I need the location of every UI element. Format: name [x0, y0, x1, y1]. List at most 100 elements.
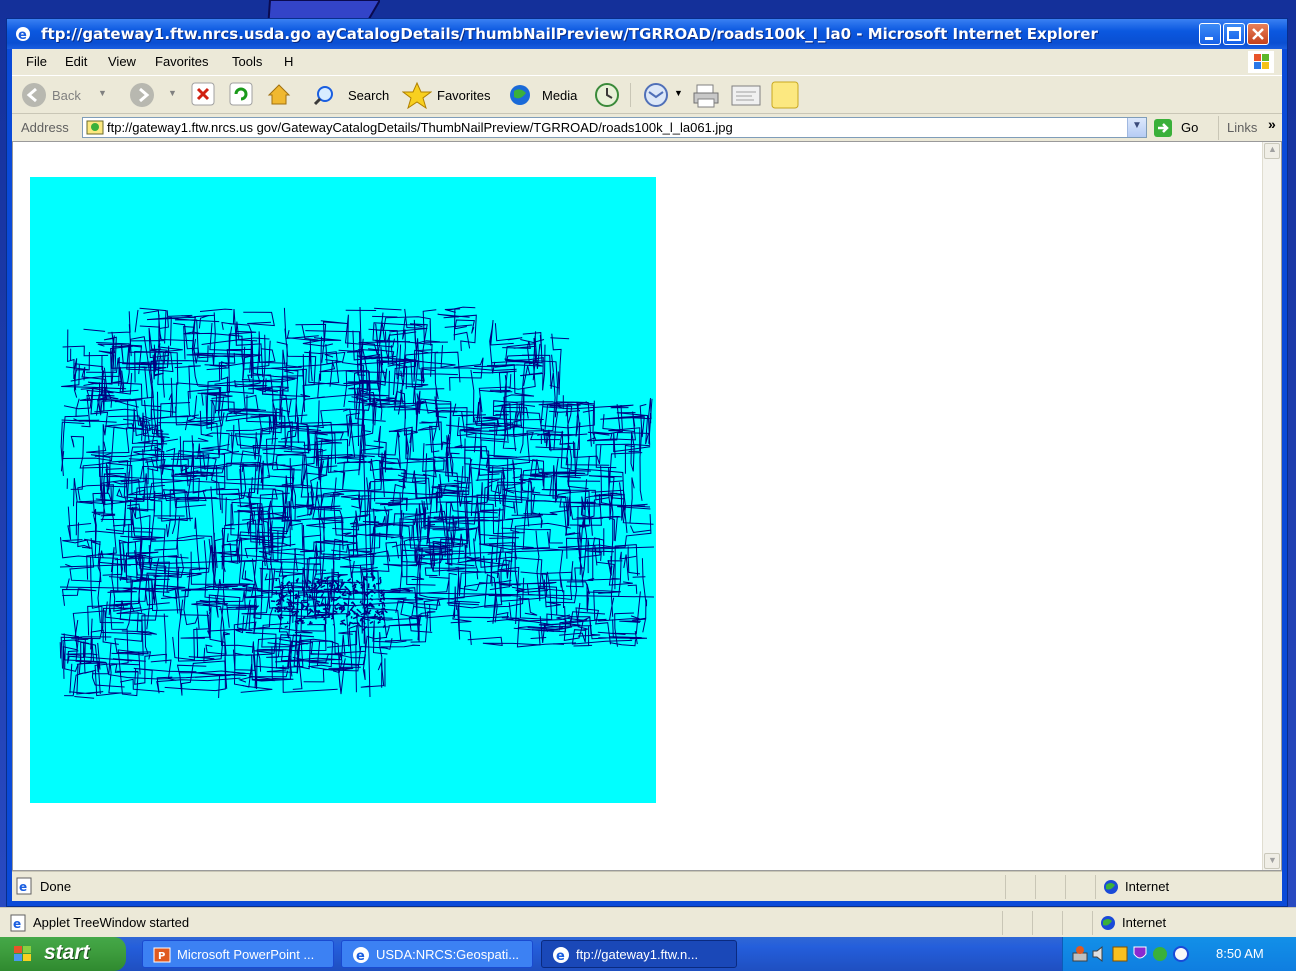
- road-segment: [276, 605, 280, 611]
- taskbar: start P Microsoft PowerPoint ... e USDA:…: [0, 937, 1296, 971]
- road-segment: [323, 617, 326, 621]
- star-icon: [402, 81, 432, 109]
- sticky-note-icon: [771, 81, 799, 109]
- road-segment: [291, 610, 297, 614]
- road-segment: [339, 596, 341, 599]
- page-content: ▲ ▼: [12, 141, 1282, 871]
- messenger-button[interactable]: [770, 80, 800, 109]
- windows-logo-icon: [1248, 51, 1274, 73]
- menu-edit[interactable]: Edit: [65, 54, 87, 69]
- task-label: USDA:NRCS:Geospati...: [376, 947, 520, 962]
- road-segment: [349, 591, 352, 596]
- history-button[interactable]: [592, 81, 622, 109]
- ie-icon: e: [353, 947, 369, 964]
- page-icon: e: [16, 877, 32, 895]
- security-icon[interactable]: [1111, 945, 1129, 963]
- browser-window: e ftp://gateway1.ftw.nrcs.usda.go ayCata…: [6, 18, 1288, 907]
- media-icon: [510, 85, 530, 105]
- stop-icon: [191, 82, 215, 106]
- media-button[interactable]: Media: [508, 81, 588, 109]
- minimize-button[interactable]: [1199, 23, 1221, 45]
- start-button[interactable]: start: [0, 937, 126, 971]
- print-button[interactable]: [692, 81, 722, 109]
- menu-file[interactable]: File: [26, 54, 47, 69]
- task-ftp-active[interactable]: e ftp://gateway1.ftw.n...: [541, 940, 737, 968]
- network-icon[interactable]: [1071, 945, 1089, 963]
- status-separator: [1065, 875, 1066, 899]
- road-segment: [291, 613, 294, 616]
- back-button[interactable]: Back ▼: [20, 81, 110, 109]
- status-text: Done: [40, 879, 72, 894]
- menu-view[interactable]: View: [108, 54, 136, 69]
- ie-icon: e: [553, 947, 569, 964]
- scroll-up-button[interactable]: ▲: [1264, 143, 1280, 159]
- favorites-button[interactable]: Favorites: [402, 81, 498, 109]
- search-button[interactable]: Search: [312, 81, 392, 109]
- road-segment: [453, 308, 456, 341]
- status-separator: [1095, 875, 1096, 899]
- road-segment: [59, 642, 62, 659]
- speaker-icon[interactable]: [1091, 945, 1109, 963]
- address-dropdown-button[interactable]: ▼: [1127, 118, 1146, 137]
- svg-text:e: e: [356, 949, 365, 964]
- mail-button[interactable]: ▼: [642, 81, 686, 109]
- forward-button[interactable]: ▼: [128, 81, 178, 109]
- mail-icon: [644, 83, 668, 107]
- vertical-scrollbar[interactable]: ▲ ▼: [1262, 142, 1281, 870]
- refresh-button[interactable]: [228, 81, 254, 107]
- roads-map-image: [30, 177, 656, 803]
- start-label: start: [44, 941, 90, 964]
- road-segment: [328, 584, 334, 587]
- road-segment: [352, 589, 356, 592]
- scroll-down-button[interactable]: ▼: [1264, 853, 1280, 869]
- road-segment: [338, 606, 341, 611]
- menu-tools[interactable]: Tools: [232, 54, 262, 69]
- maximize-button[interactable]: [1223, 23, 1245, 45]
- back-label: Back: [52, 88, 81, 103]
- road-segment: [301, 580, 305, 583]
- svg-text:e: e: [18, 28, 27, 42]
- road-segment: [372, 315, 398, 318]
- history-icon: [595, 83, 619, 107]
- chevron-up-icon: ▲: [1268, 144, 1277, 154]
- sync-icon[interactable]: [1151, 945, 1169, 963]
- toolbar-separator: [630, 83, 631, 107]
- links-label[interactable]: Links: [1227, 120, 1257, 135]
- search-icon: [313, 86, 333, 106]
- page-icon: e: [10, 914, 26, 932]
- road-segment: [300, 622, 303, 624]
- title-bar[interactable]: e ftp://gateway1.ftw.nrcs.usda.go ayCata…: [7, 19, 1287, 49]
- applet-status-text: Applet TreeWindow started: [33, 915, 190, 930]
- go-arrow-icon: [1154, 119, 1172, 137]
- edit-page-icon: [731, 85, 761, 106]
- road-segment: [377, 622, 380, 624]
- clock: 8:50 AM: [1216, 946, 1264, 961]
- status-separator: [1032, 911, 1033, 935]
- connection-icon[interactable]: [1171, 945, 1191, 963]
- windows-flag-icon: [14, 946, 31, 961]
- menu-help[interactable]: H: [284, 54, 293, 69]
- address-input[interactable]: ftp://gateway1.ftw.nrcs.us gov/GatewayCa…: [82, 117, 1147, 138]
- road-segment: [284, 625, 288, 629]
- chevron-right-icon[interactable]: »: [1268, 116, 1276, 132]
- ie-icon: e: [15, 26, 31, 43]
- home-button[interactable]: [266, 81, 292, 107]
- task-usda[interactable]: e USDA:NRCS:Geospati...: [341, 940, 533, 968]
- task-label: ftp://gateway1.ftw.n...: [576, 947, 699, 962]
- close-button[interactable]: [1247, 23, 1269, 45]
- shield-icon[interactable]: [1131, 945, 1149, 963]
- road-segment: [363, 625, 366, 629]
- menu-favorites[interactable]: Favorites: [155, 54, 208, 69]
- task-powerpoint[interactable]: P Microsoft PowerPoint ...: [142, 940, 334, 968]
- ftp-folder-icon: [86, 120, 104, 135]
- window-title: ftp://gateway1.ftw.nrcs.usda.go ayCatalo…: [41, 25, 1098, 43]
- stop-button[interactable]: [190, 81, 216, 107]
- road-segment: [310, 584, 313, 587]
- go-button[interactable]: Go: [1153, 117, 1209, 139]
- task-label: Microsoft PowerPoint ...: [177, 947, 315, 962]
- zone-label: Internet: [1122, 915, 1167, 930]
- printer-icon: [693, 84, 719, 108]
- edit-button[interactable]: [730, 81, 762, 109]
- status-separator: [1005, 875, 1006, 899]
- chevron-down-icon: ▼: [1268, 855, 1277, 865]
